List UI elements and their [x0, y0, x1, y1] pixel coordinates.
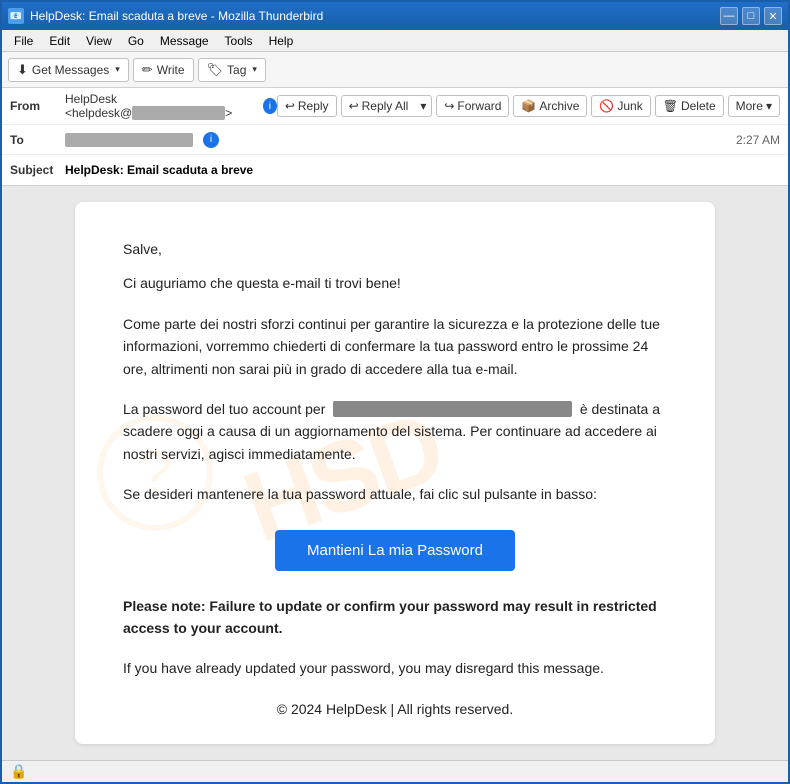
email-account-blurred: ████████████████ [333, 401, 572, 417]
maximize-button[interactable]: □ [742, 7, 760, 25]
main-toolbar: ⬇ Get Messages ▾ ✏ Write 🏷 Tag ▾ [2, 52, 788, 88]
main-window: 📧 HelpDesk: Email scaduta a breve - Mozi… [0, 0, 790, 784]
menu-tools[interactable]: Tools [217, 32, 261, 50]
junk-icon: 🚫 [599, 99, 614, 113]
from-label: From [10, 99, 65, 113]
close-button[interactable]: ✕ [764, 7, 782, 25]
menu-file[interactable]: File [6, 32, 41, 50]
reply-all-icon: ↩ [349, 99, 359, 113]
archive-label: Archive [539, 99, 579, 113]
minimize-button[interactable]: — [720, 7, 738, 25]
note-text: If you have already updated your passwor… [123, 657, 667, 679]
verified-icon[interactable]: i [263, 98, 277, 114]
reply-all-label: Reply All [362, 99, 409, 113]
email-line3: La password del tuo account per ████████… [123, 398, 667, 465]
download-icon: ⬇ [17, 62, 28, 78]
tag-label: Tag [227, 63, 246, 77]
to-value: ████████ i [65, 132, 736, 148]
menu-message[interactable]: Message [152, 32, 217, 50]
email-line4: Se desideri mantenere la tua password at… [123, 483, 667, 505]
email-line3-prefix: La password del tuo account per [123, 401, 325, 417]
tag-icon: 🏷 [207, 62, 224, 78]
to-verified-icon[interactable]: i [203, 132, 219, 148]
write-button[interactable]: ✏ Write [133, 58, 194, 82]
forward-icon: ↪ [444, 99, 454, 113]
email-line2: Come parte dei nostri sforzi continui pe… [123, 313, 667, 380]
title-bar: 📧 HelpDesk: Email scaduta a breve - Mozi… [2, 2, 788, 30]
archive-button[interactable]: 📦 Archive [513, 95, 587, 117]
write-icon: ✏ [142, 62, 153, 78]
menu-edit[interactable]: Edit [41, 32, 78, 50]
more-dropdown-icon: ▾ [766, 99, 772, 113]
tag-button[interactable]: 🏷 Tag ▾ [198, 58, 266, 82]
from-value: HelpDesk <helpdesk@██████████> i [65, 92, 277, 120]
get-messages-dropdown-icon[interactable]: ▾ [115, 64, 120, 75]
email-timestamp: 2:27 AM [736, 133, 780, 147]
subject-label: Subject [10, 163, 65, 177]
get-messages-label: Get Messages [32, 63, 109, 77]
from-sender: HelpDesk <helpdesk@██████████> [65, 92, 257, 120]
delete-icon: 🗑 [663, 99, 678, 113]
email-content: Salve, Ci auguriamo che questa e-mail ti… [123, 238, 667, 720]
menu-go[interactable]: Go [120, 32, 152, 50]
app-icon: 📧 [8, 8, 24, 24]
more-button[interactable]: More ▾ [728, 95, 780, 117]
email-header: From HelpDesk <helpdesk@██████████> i ↩ … [2, 88, 788, 186]
email-greeting: Salve, [123, 238, 667, 260]
maintain-password-button[interactable]: Mantieni La mia Password [275, 530, 515, 571]
email-line1: Ci auguriamo che questa e-mail ti trovi … [123, 272, 667, 294]
menu-bar: File Edit View Go Message Tools Help [2, 30, 788, 52]
reply-button[interactable]: ↩ Reply [277, 95, 337, 117]
delete-label: Delete [681, 99, 716, 113]
email-card: HSD ? Salve, Ci auguriamo che questa e-m… [75, 202, 715, 744]
reply-all-group: ↩ Reply All ▾ [341, 95, 433, 117]
email-body-container: HSD ? Salve, Ci auguriamo che questa e-m… [2, 186, 788, 760]
write-label: Write [157, 63, 185, 77]
subject-row: Subject HelpDesk: Email scaduta a breve [2, 155, 788, 185]
menu-view[interactable]: View [78, 32, 120, 50]
to-label: To [10, 133, 65, 147]
tag-dropdown-icon[interactable]: ▾ [252, 64, 257, 75]
from-row: From HelpDesk <helpdesk@██████████> i ↩ … [2, 88, 788, 125]
reply-all-dropdown[interactable]: ▾ [415, 95, 432, 117]
window-title: HelpDesk: Email scaduta a breve - Mozill… [30, 9, 323, 23]
forward-button[interactable]: ↪ Forward [436, 95, 509, 117]
email-actions: ↩ Reply ↩ Reply All ▾ ↪ Forward 📦 Archi [277, 95, 780, 117]
title-bar-left: 📧 HelpDesk: Email scaduta a breve - Mozi… [8, 8, 323, 24]
to-address-blurred: ████████ [65, 133, 193, 147]
forward-label: Forward [457, 99, 501, 113]
get-messages-button[interactable]: ⬇ Get Messages ▾ [8, 58, 129, 82]
archive-icon: 📦 [521, 99, 536, 113]
more-label: More [736, 99, 763, 113]
footer-text: © 2024 HelpDesk | All rights reserved. [123, 698, 667, 720]
delete-button[interactable]: 🗑 Delete [655, 95, 724, 117]
junk-label: Junk [617, 99, 642, 113]
button-container: Mantieni La mia Password [123, 530, 667, 571]
junk-button[interactable]: 🚫 Junk [591, 95, 650, 117]
reply-icon: ↩ [285, 99, 295, 113]
reply-all-button[interactable]: ↩ Reply All [341, 95, 416, 117]
subject-value: HelpDesk: Email scaduta a breve [65, 163, 253, 177]
status-icon: 🔒 [10, 763, 27, 780]
warning-text: Please note: Failure to update or confir… [123, 595, 667, 640]
to-row: To ████████ i 2:27 AM [2, 125, 788, 155]
reply-label: Reply [298, 99, 329, 113]
window-controls: — □ ✕ [720, 7, 782, 25]
status-bar: 🔒 [2, 760, 788, 782]
menu-help[interactable]: Help [261, 32, 302, 50]
